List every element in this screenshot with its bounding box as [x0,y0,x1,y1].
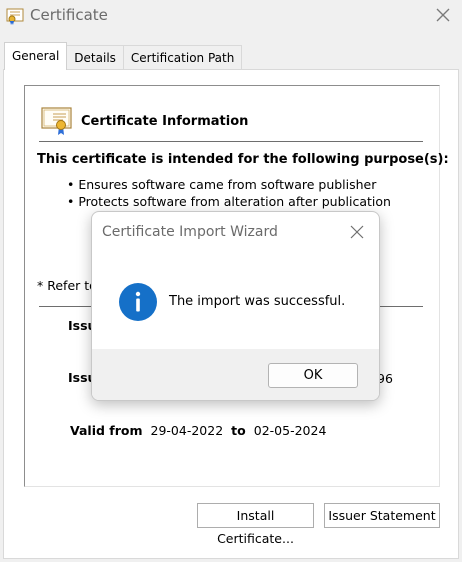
tab-strip: General Details Certification Path [4,42,243,70]
close-icon[interactable] [432,4,454,26]
issuer-statement-button[interactable]: Issuer Statement [324,503,440,528]
window-title: Certificate [30,6,108,24]
list-item: • Protects software from alteration afte… [67,194,391,209]
valid-to-date: 02-05-2024 [253,423,327,438]
to-label: to [231,423,246,438]
tab-general[interactable]: General [4,42,68,70]
certificate-information-heading: Certificate Information [81,114,249,129]
import-wizard-dialog: Certificate Import Wizard The import was… [91,211,380,401]
dialog-footer: OK [92,349,379,400]
dialog-title: Certificate Import Wizard [102,224,278,240]
tab-details[interactable]: Details [66,45,124,70]
list-item: • Ensures software came from software pu… [67,177,377,192]
valid-from-label: Valid from [70,423,143,438]
tab-certification-path[interactable]: Certification Path [122,45,243,70]
certificate-icon [41,106,73,136]
purpose-heading: This certificate is intended for the fol… [37,152,449,167]
info-icon [119,283,157,321]
dialog-message: The import was successful. [169,294,346,309]
close-icon[interactable] [347,222,367,242]
validity-row: Valid from 29-04-2022 to 02-05-2024 [70,423,326,438]
purpose-list: • Ensures software came from software pu… [67,176,391,210]
valid-from-date: 29-04-2022 [150,423,224,438]
ok-button[interactable]: OK [268,363,358,388]
divider [39,141,423,142]
title-bar: Certificate [0,0,462,32]
certificate-icon [6,7,24,25]
install-certificate-button[interactable]: Install Certificate... [197,503,314,546]
refer-note: * Refer to [37,278,97,293]
